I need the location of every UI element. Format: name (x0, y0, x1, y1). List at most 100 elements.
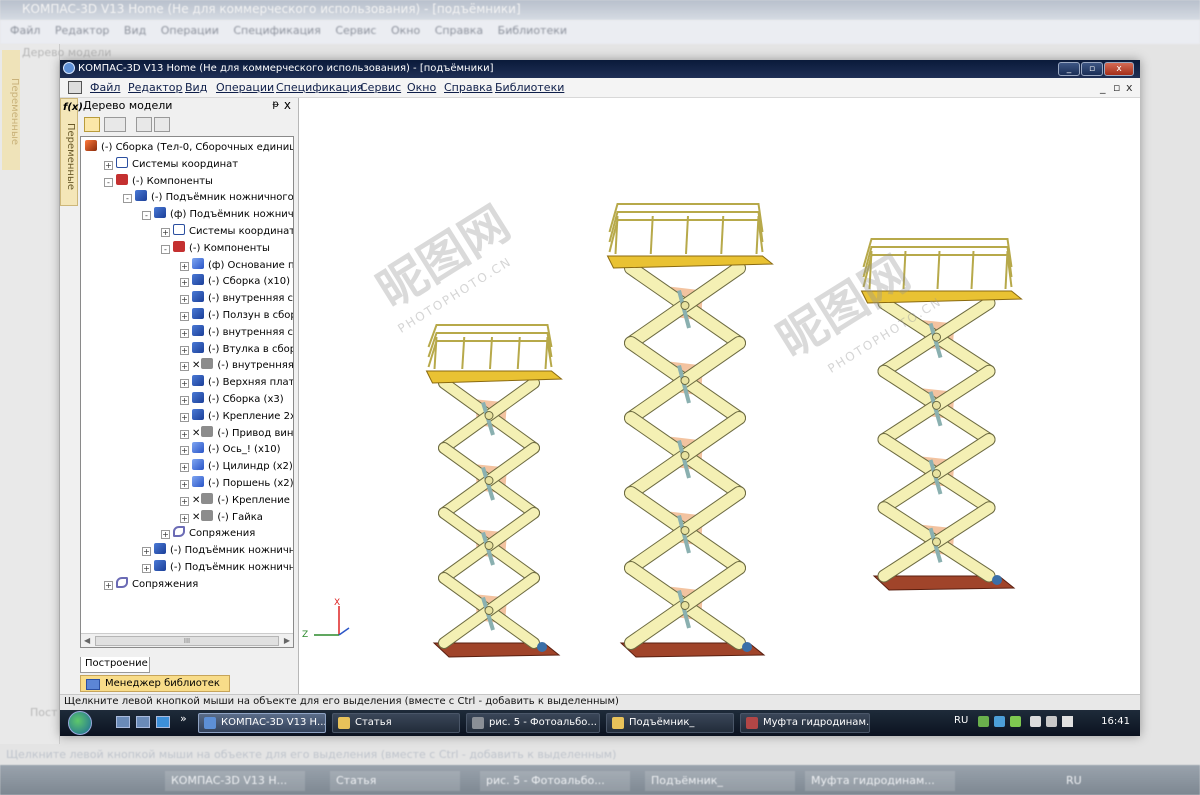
tree-item[interactable]: + Системы координат (161, 224, 293, 240)
menu-specification[interactable]: Спецификация (276, 81, 363, 94)
menu-view[interactable]: Вид (185, 81, 207, 94)
tree-item[interactable]: + (-) Верхняя платф... (180, 375, 293, 391)
tree-item[interactable]: + (-) Цилиндр (x2) (180, 459, 293, 475)
tree-item[interactable]: + Сопряжения (104, 576, 198, 593)
collapse-icon[interactable]: - (161, 244, 170, 254)
tree-item[interactable]: - (-) Компоненты (104, 173, 213, 190)
task-photo-album[interactable]: рис. 5 - Фотоальбо... (466, 713, 600, 733)
task-article[interactable]: Статья (332, 713, 460, 733)
expand-icon[interactable]: + (104, 580, 113, 590)
tray-icon-blue[interactable] (994, 716, 1005, 727)
tree-item[interactable]: +✕ (-) Привод винт-... (180, 425, 293, 442)
expand-icon[interactable]: + (180, 295, 189, 305)
quicklaunch-more[interactable]: » (180, 712, 187, 725)
tree-structure-icon[interactable] (84, 117, 100, 132)
tree-item[interactable]: + (-) Сборка (x10) (180, 274, 290, 290)
tree-item[interactable]: - (-) Компоненты (161, 240, 270, 257)
doc-close-button[interactable]: x (1126, 81, 1133, 94)
tree-item[interactable]: + (-) Ползун в сборе... (180, 308, 293, 324)
tree-view-mode-icon[interactable] (104, 117, 126, 132)
document-icon[interactable] (68, 81, 82, 94)
tree-item[interactable]: +✕ (-) Крепление га... (180, 492, 293, 509)
3d-viewport[interactable]: 昵图网 PHOTOPHOTO.CN 昵图网 PHOTOPHOTO.CN X Z (298, 98, 1140, 694)
menu-service[interactable]: Сервис (360, 81, 401, 94)
show-desktop-icon[interactable] (116, 716, 130, 728)
menu-window[interactable]: Окно (407, 81, 436, 94)
quicklaunch-icon[interactable] (136, 716, 150, 728)
tree-filter-icon[interactable] (154, 117, 170, 132)
tree-list-icon[interactable] (136, 117, 152, 132)
restore-button[interactable]: ▫ (1081, 62, 1103, 76)
expand-icon[interactable]: + (161, 530, 170, 540)
tab-library-manager[interactable]: Менеджер библиотек (80, 675, 230, 692)
tab-build[interactable]: Построение (80, 657, 150, 673)
scissor-lifts-model[interactable] (299, 98, 1141, 694)
ie-icon[interactable] (156, 716, 170, 728)
tree-item[interactable]: +✕ (-) внутренняя се... (180, 358, 293, 374)
expand-icon[interactable]: + (180, 328, 189, 338)
tree-item[interactable]: + (-) Поршень (x2) (180, 476, 293, 492)
menu-libraries[interactable]: Библиотеки (495, 81, 564, 94)
task-kompas[interactable]: КОМПАС-3D V13 Н... (198, 713, 326, 733)
language-indicator[interactable]: RU (954, 715, 968, 726)
expand-icon[interactable]: + (180, 513, 189, 523)
tray-icon-lime[interactable] (1010, 716, 1021, 727)
tree-item[interactable]: + Системы координат (104, 156, 238, 173)
expand-icon[interactable]: + (180, 379, 189, 389)
doc-minimize-button[interactable]: _ (1100, 81, 1106, 94)
collapse-icon[interactable]: - (142, 211, 151, 221)
expand-icon[interactable]: + (180, 261, 189, 271)
collapse-icon[interactable]: - (104, 177, 113, 187)
tree-horizontal-scrollbar[interactable]: ◀ III ▶ (81, 633, 293, 647)
expand-icon[interactable]: + (104, 160, 113, 170)
variables-tab[interactable]: f(x) Переменные (60, 98, 83, 206)
tree-item[interactable]: (-) Сборка (Тел-0, Сборочных единиц-... (85, 140, 293, 156)
menu-help[interactable]: Справка (444, 81, 492, 94)
close-button[interactable]: x (1104, 62, 1134, 76)
menu-operations[interactable]: Операции (216, 81, 274, 94)
network-icon[interactable] (1030, 716, 1041, 727)
task-lift-folder[interactable]: Подъёмник_ (606, 713, 734, 733)
start-button[interactable] (68, 711, 92, 735)
expand-icon[interactable]: + (180, 362, 189, 372)
expand-icon[interactable]: + (180, 463, 189, 473)
tree-close-button[interactable]: x (284, 98, 291, 112)
tree-item[interactable]: + (-) Крепление 2х ц... (180, 408, 293, 425)
monitor-icon[interactable] (1046, 716, 1057, 727)
tree-item[interactable]: + (-) Ось_! (x10) (180, 442, 281, 458)
tree-item[interactable]: + (-) внутренняя сек... (180, 324, 293, 341)
menu-edit[interactable]: Редактор (128, 81, 183, 94)
scroll-thumb[interactable]: III (95, 636, 279, 646)
menu-file[interactable]: Файл (90, 81, 120, 94)
collapse-icon[interactable]: - (123, 194, 132, 204)
doc-restore-button[interactable]: ▫ (1113, 81, 1120, 94)
tree-item[interactable]: + (-) внутренняя сек... (180, 291, 293, 307)
expand-icon[interactable]: + (180, 396, 189, 405)
tree-item[interactable]: - (ф) Подъёмник ножнично... (142, 207, 293, 223)
expand-icon[interactable]: + (180, 429, 189, 439)
tree-item[interactable]: + ✕ (-) Гайка (180, 509, 263, 526)
tray-icon-green[interactable] (978, 716, 989, 727)
expand-icon[interactable]: + (180, 496, 189, 506)
expand-icon[interactable]: + (180, 345, 189, 355)
tree-item[interactable]: + (-) Подъёмник ножнично... (142, 560, 293, 576)
tree-item[interactable]: + (ф) Основание по... (180, 257, 293, 274)
tree-item[interactable]: - (-) Подъёмник ножничного ти... (123, 190, 293, 206)
expand-icon[interactable]: + (142, 547, 151, 557)
expand-icon[interactable]: + (180, 278, 189, 288)
expand-icon[interactable]: + (180, 412, 189, 422)
pin-icon[interactable]: ᵽ (272, 99, 279, 110)
minimize-button[interactable]: _ (1058, 62, 1080, 76)
scroll-left-icon[interactable]: ◀ (84, 636, 90, 645)
expand-icon[interactable]: + (161, 228, 170, 237)
expand-icon[interactable]: + (180, 312, 189, 321)
expand-icon[interactable]: + (180, 446, 189, 456)
task-coupling[interactable]: Муфта гидродинам... (740, 713, 870, 733)
tree-item[interactable]: + (-) Сборка (x3) (180, 392, 284, 408)
volume-icon[interactable] (1062, 716, 1073, 727)
expand-icon[interactable]: + (180, 480, 189, 489)
tree-item[interactable]: + (-) Подъёмник ножнично... (142, 543, 293, 559)
expand-icon[interactable]: + (142, 564, 151, 573)
tree-item[interactable]: + Сопряжения (161, 526, 255, 542)
scroll-right-icon[interactable]: ▶ (284, 636, 290, 645)
